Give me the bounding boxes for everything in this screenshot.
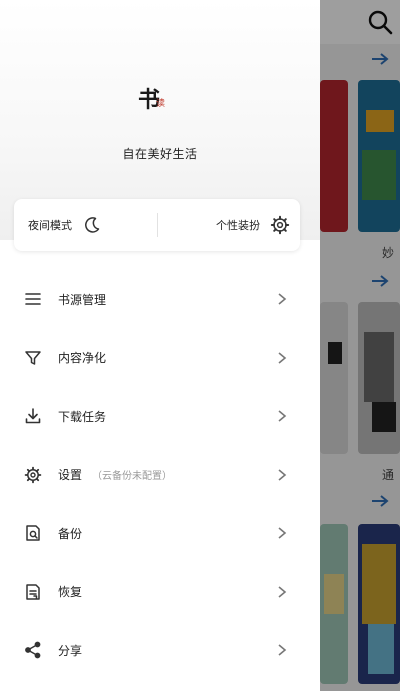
menu-item-settings[interactable]: 设置 （云备份未配置） (0, 446, 320, 505)
moon-icon (85, 217, 100, 233)
mode-card: 夜间模式 个性装扮 (14, 199, 300, 251)
drawer-menu: 书源管理 内容净化 下载任务 设置 （云备份未配置） 备份 恢复 分享 (0, 270, 320, 680)
chevron-right-icon (278, 586, 287, 598)
chevron-right-icon (278, 469, 287, 481)
menu-item-backup[interactable]: 备份 (0, 504, 320, 563)
chevron-right-icon (278, 644, 287, 656)
menu-item-label: 下载任务 (58, 409, 107, 424)
menu-item-label: 分享 (58, 643, 83, 658)
menu-item-label: 备份 (58, 526, 83, 541)
theme-button[interactable]: 个性装扮 (216, 199, 290, 251)
menu-item-downloads[interactable]: 下载任务 (0, 387, 320, 446)
app-logo: 书 读 (136, 80, 172, 116)
night-mode-label: 夜间模式 (28, 219, 72, 232)
chevron-right-icon (278, 293, 287, 305)
list-icon (25, 293, 41, 306)
drawer-scrim[interactable] (320, 0, 400, 691)
gear-icon (270, 215, 290, 235)
menu-item-label: 内容净化 (58, 351, 107, 366)
gear-icon (24, 466, 42, 484)
filter-icon (25, 351, 41, 365)
settings-label: 设置 (58, 468, 83, 483)
app-slogan: 自在美好生活 (122, 147, 198, 161)
menu-item-label: 恢复 (58, 585, 83, 600)
theme-label: 个性装扮 (216, 219, 260, 232)
logo-seal: 读 (156, 99, 166, 109)
menu-item-share[interactable]: 分享 (0, 621, 320, 680)
mode-divider (157, 213, 158, 237)
restore-icon (26, 584, 40, 600)
night-mode-toggle[interactable]: 夜间模式 (28, 199, 102, 251)
chevron-right-icon (278, 410, 287, 422)
share-icon (25, 641, 41, 659)
menu-item-restore[interactable]: 恢复 (0, 563, 320, 622)
menu-item-content-filter[interactable]: 内容净化 (0, 329, 320, 388)
chevron-right-icon (278, 352, 287, 364)
navigation-drawer: 书 读 自在美好生活 夜间模式 个性装扮 书源管理 内容净化 下载任务 设置 （… (0, 0, 320, 691)
menu-item-label: 书源管理 (58, 292, 107, 307)
download-icon (25, 408, 41, 424)
backup-icon (26, 525, 40, 541)
cloud-backup-note: （云备份未配置） (92, 471, 173, 483)
menu-item-label: 设置 （云备份未配置） (58, 466, 172, 483)
chevron-right-icon (278, 527, 287, 539)
menu-item-book-sources[interactable]: 书源管理 (0, 270, 320, 329)
